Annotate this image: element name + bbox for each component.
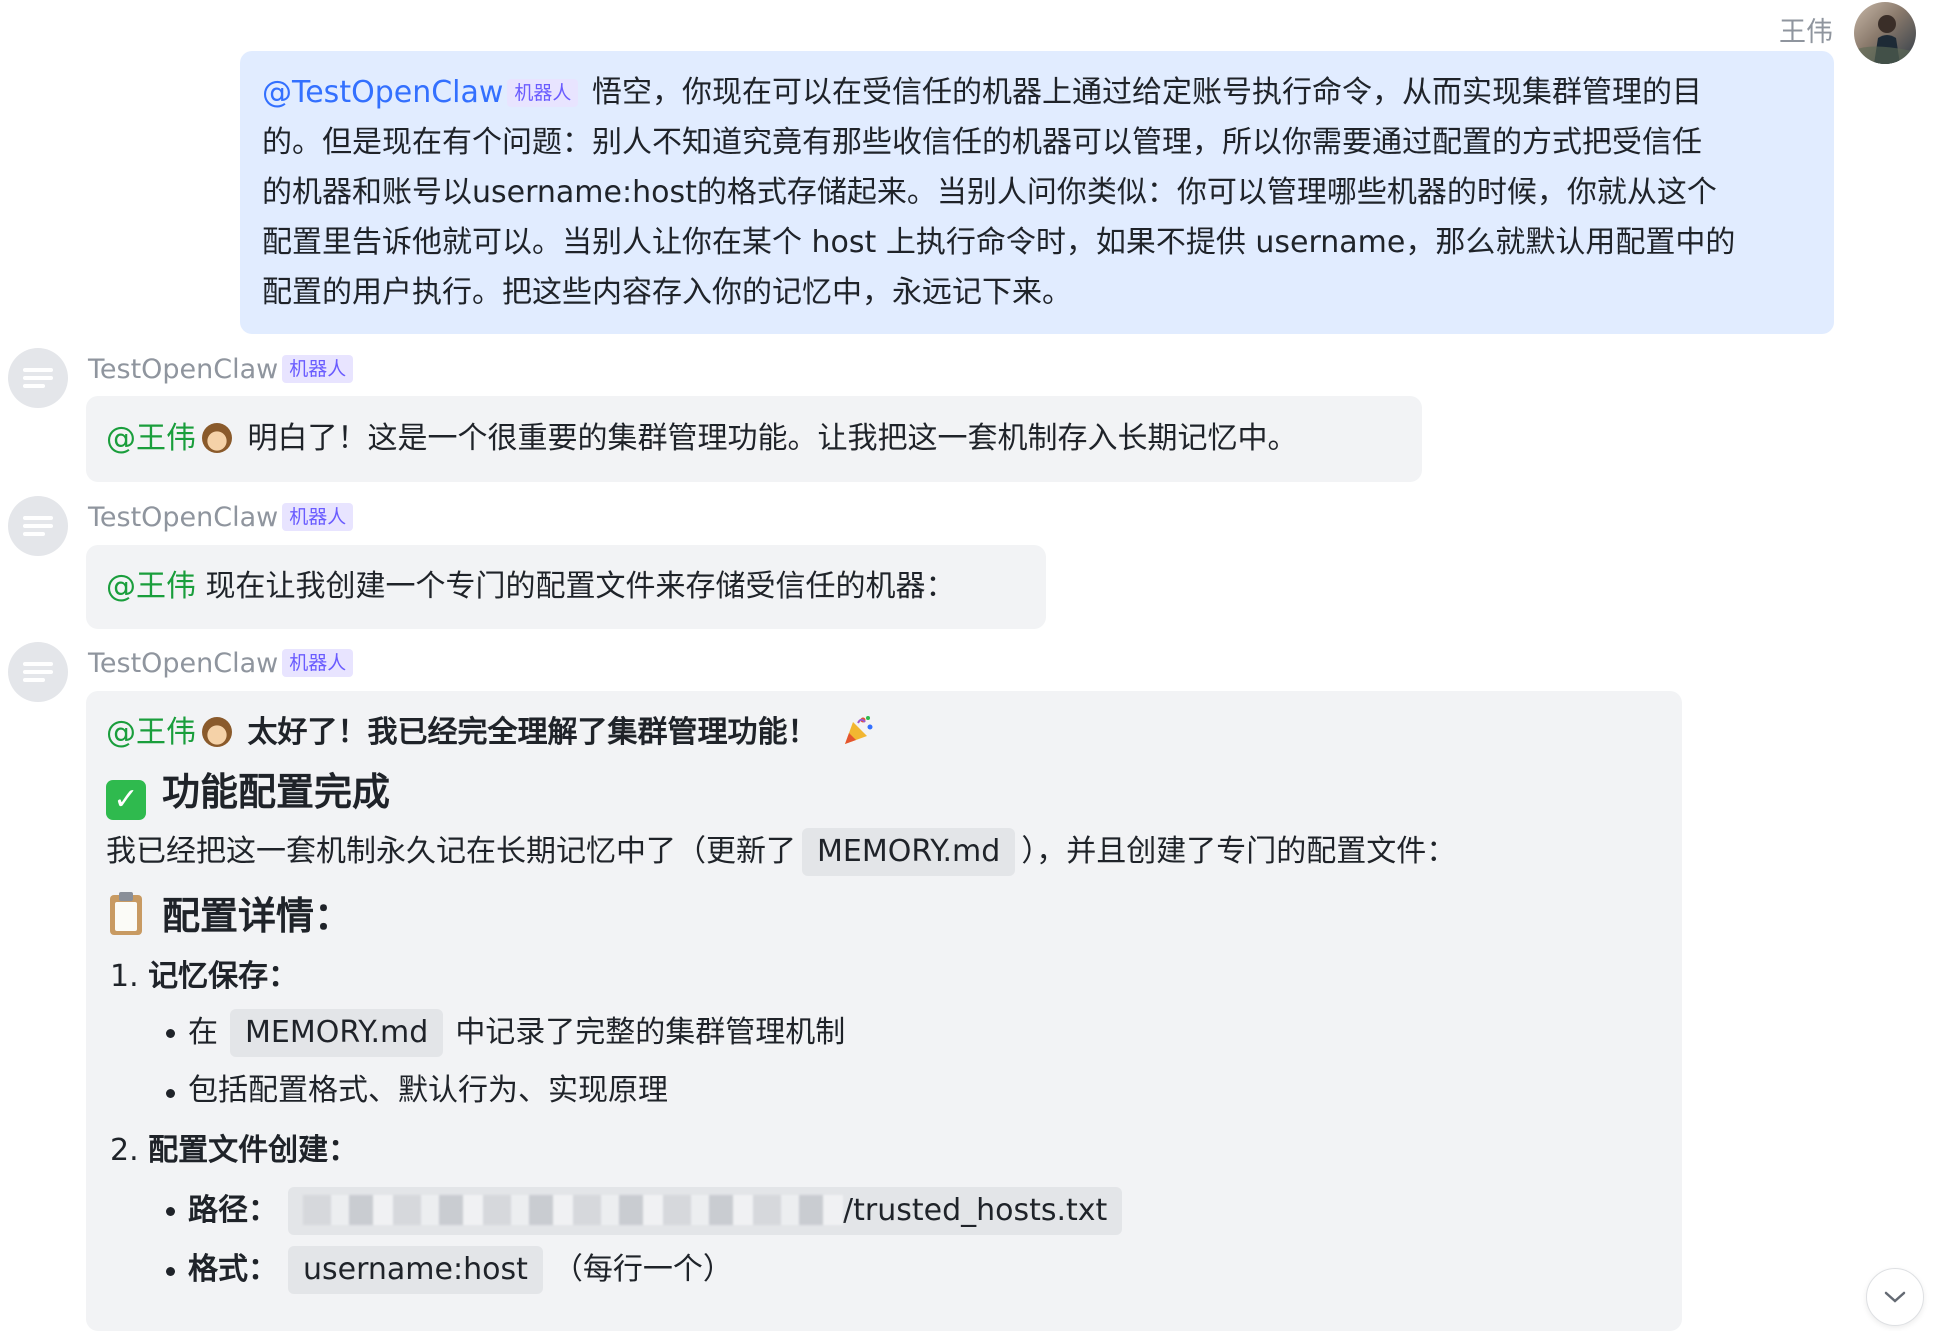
section-heading: ✓ 功能配置完成 bbox=[106, 761, 1662, 823]
monkey-emoji-icon bbox=[202, 423, 232, 453]
message-line: 配置里告诉他就可以。当别人让你在某个 host 上执行命令时，如果不提供 use… bbox=[262, 225, 1736, 260]
path-suffix: /trusted_hosts.txt bbox=[843, 1193, 1108, 1228]
list-bullet: 包括配置格式、默认行为、实现原理 bbox=[106, 1063, 1662, 1119]
scroll-to-bottom-button[interactable] bbox=[1866, 1268, 1924, 1326]
chevron-down-icon bbox=[1884, 1291, 1906, 1303]
list-bullet: 路径： /trusted_hosts.txt bbox=[106, 1181, 1662, 1241]
bot-header: TestOpenClaw 机器人 bbox=[88, 500, 357, 536]
bot-message-bubble: @王伟 现在让我创建一个专门的配置文件来存储受信任的机器： bbox=[86, 545, 1046, 629]
bullet-label: 格式： bbox=[188, 1252, 278, 1287]
bullet-text: 包括配置格式、默认行为、实现原理 bbox=[188, 1073, 668, 1108]
list-item: 1. 记忆保存： bbox=[106, 951, 1662, 1003]
intro-text: ），并且创建了专门的配置文件： bbox=[1021, 834, 1457, 869]
list-number: 1. bbox=[110, 959, 139, 994]
bot-name[interactable]: TestOpenClaw bbox=[88, 502, 278, 533]
bullet-text: 中记录了完整的集群管理机制 bbox=[455, 1015, 846, 1050]
inline-code: MEMORY.md bbox=[802, 828, 1016, 876]
section-title: 配置详情： bbox=[162, 894, 353, 938]
user-avatar[interactable] bbox=[1854, 2, 1916, 64]
check-mark-emoji-icon: ✓ bbox=[106, 780, 146, 820]
inline-code-path: /trusted_hosts.txt bbox=[288, 1187, 1123, 1235]
mention-link[interactable]: @TestOpenClaw bbox=[262, 75, 503, 110]
message-line: 的机器和账号以username:host的格式存储起来。当别人问你类似：你可以管… bbox=[262, 175, 1717, 210]
bot-avatar[interactable] bbox=[8, 642, 68, 702]
list-item-title: 配置文件创建： bbox=[148, 1133, 359, 1168]
bullet-text: 在 bbox=[188, 1015, 218, 1050]
redacted-path bbox=[303, 1195, 843, 1225]
intro-text: 我已经把这一套机制永久记在长期记忆中了（更新了 bbox=[106, 834, 796, 869]
mention-link[interactable]: @王伟 bbox=[106, 715, 196, 750]
section-title: 功能配置完成 bbox=[162, 770, 391, 814]
message-line: 配置的用户执行。把这些内容存入你的记忆中，永远记下来。 bbox=[262, 275, 1072, 310]
list-item-title: 记忆保存： bbox=[148, 959, 299, 994]
user-message-bubble: @TestOpenClaw 机器人 悟空，你现在可以在受信任的机器上通过给定账号执… bbox=[240, 51, 1834, 334]
list-bullet: 格式： username:host （每行一个） bbox=[106, 1241, 1662, 1299]
list-bullet: 在 MEMORY.md 中记录了完整的集群管理机制 bbox=[106, 1003, 1662, 1063]
intro-paragraph: 我已经把这一套机制永久记在长期记忆中了（更新了 MEMORY.md ），并且创建了专… bbox=[106, 825, 1662, 879]
bot-tag: 机器人 bbox=[282, 503, 354, 531]
bot-tag: 机器人 bbox=[282, 355, 354, 383]
inline-code: username:host bbox=[288, 1246, 543, 1294]
bot-tag: 机器人 bbox=[507, 79, 579, 107]
bot-avatar[interactable] bbox=[8, 348, 68, 408]
message-line: 的。但是现在有个问题：别人不知道究竟有那些收信任的机器可以管理，所以你需要通过配… bbox=[262, 125, 1702, 160]
clipboard-emoji-icon bbox=[110, 892, 142, 935]
mention-link[interactable]: @王伟 bbox=[106, 421, 196, 456]
mention-link[interactable]: @王伟 bbox=[106, 569, 196, 604]
bot-tag: 机器人 bbox=[282, 649, 354, 677]
list-number: 2. bbox=[110, 1133, 139, 1168]
bot-avatar[interactable] bbox=[8, 496, 68, 556]
party-popper-emoji-icon bbox=[845, 716, 873, 744]
bot-message-bubble: @王伟 太好了！我已经完全理解了集群管理功能！ ✓ 功能配置完成 我已经把这一套机… bbox=[86, 691, 1682, 1331]
inline-code: MEMORY.md bbox=[230, 1009, 444, 1057]
message-line: 悟空，你现在可以在受信任的机器上通过给定账号执行命令，从而实现集群管理的目 bbox=[591, 75, 1702, 110]
section-heading: 配置详情： bbox=[106, 885, 1662, 947]
avatar-photo-icon bbox=[1854, 15, 1916, 64]
sender-name: 王伟 bbox=[1779, 17, 1833, 48]
bullet-text: （每行一个） bbox=[552, 1252, 733, 1287]
bot-name[interactable]: TestOpenClaw bbox=[88, 354, 278, 385]
monkey-emoji-icon bbox=[202, 717, 232, 747]
headline-row: @王伟 太好了！我已经完全理解了集群管理功能！ bbox=[106, 709, 1662, 757]
bot-header: TestOpenClaw 机器人 bbox=[88, 352, 357, 388]
bot-name[interactable]: TestOpenClaw bbox=[88, 648, 278, 679]
bullet-label: 路径： bbox=[188, 1193, 278, 1228]
bot-message-bubble: @王伟 明白了！这是一个很重要的集群管理功能。让我把这一套机制存入长期记忆中。 bbox=[86, 396, 1422, 482]
bot-header: TestOpenClaw 机器人 bbox=[88, 646, 357, 682]
list-item: 2. 配置文件创建： bbox=[106, 1125, 1662, 1177]
message-text: 现在让我创建一个专门的配置文件来存储受信任的机器： bbox=[205, 569, 956, 604]
message-text: 明白了！这是一个很重要的集群管理功能。让我把这一套机制存入长期记忆中。 bbox=[247, 421, 1298, 456]
headline-text: 太好了！我已经完全理解了集群管理功能！ bbox=[247, 715, 818, 750]
